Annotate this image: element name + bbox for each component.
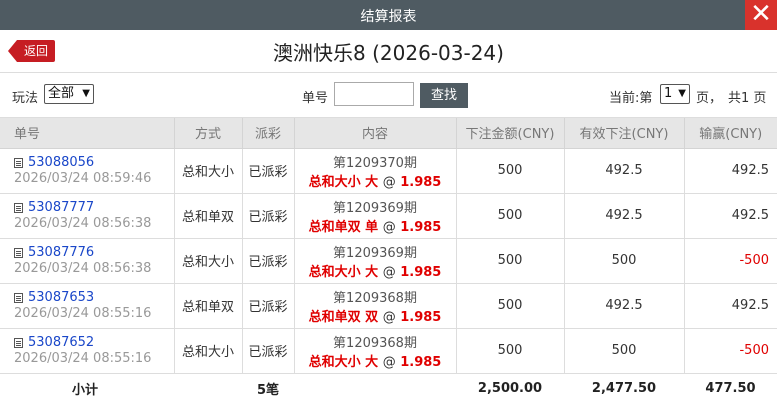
play-type-value: 全部 [48,86,75,101]
subtotal-amount: 2,500.00 [477,380,543,396]
order-time: 2026/03/24 08:56:38 [14,260,152,276]
order-id-link[interactable]: 53088056 [28,155,94,170]
page-select[interactable]: 1 ▼ [660,84,690,104]
method-cell: 总和单双 [174,283,243,329]
bet-amount-cell: 500 [456,148,565,194]
order-time: 2026/03/24 08:59:46 [14,170,152,186]
win-loss-cell: 492.5 [684,193,777,239]
settlement-table: 单号 方式 派彩 内容 下注金额(CNY) 有效下注(CNY) 输赢(CNY) … [0,118,777,403]
document-icon[interactable] [14,292,23,303]
window-title: 结算报表 [360,9,417,25]
period-label: 第1209368期 [333,335,417,351]
content-cell: 第1209369期 总和大小 大 @ 1.985 [294,238,457,284]
order-cell: 53087653 2026/03/24 08:55:16 [0,283,175,329]
content-cell: 第1209370期 总和大小 大 @ 1.985 [294,148,457,194]
valid-bet-cell: 492.5 [564,283,685,329]
method-cell: 总和大小 [174,148,243,194]
win-loss-cell: 492.5 [684,148,777,194]
period-label: 第1209370期 [333,155,417,171]
payout-status-cell: 已派彩 [242,283,295,329]
document-icon[interactable] [14,247,23,258]
period-label: 第1209369期 [333,200,417,216]
subtotal-valid: 2,477.50 [591,380,657,396]
order-time: 2026/03/24 08:56:38 [14,215,152,231]
window-titlebar: 结算报表 ✕ [0,0,777,30]
content-cell: 第1209368期 总和大小 大 @ 1.985 [294,328,457,374]
order-cell: 53087652 2026/03/24 08:55:16 [0,328,175,374]
period-label: 第1209368期 [333,290,417,306]
valid-bet-cell: 492.5 [564,148,685,194]
valid-bet-cell: 492.5 [564,193,685,239]
order-id-link[interactable]: 53087653 [28,290,94,305]
search-button[interactable]: 查找 [420,83,468,108]
win-loss-cell: 492.5 [684,283,777,329]
order-number-input[interactable] [334,82,414,106]
column-header-win-loss: 输赢(CNY) [684,118,777,149]
column-header-method: 方式 [174,118,243,149]
payout-status-cell: 已派彩 [242,238,295,284]
order-id-link[interactable]: 53087652 [28,335,94,350]
play-type-label: 玩法 [12,91,39,106]
current-page-label: 当前:第 [609,91,653,106]
column-header-valid-bet: 有效下注(CNY) [564,118,685,149]
table-row: 53088056 2026/03/24 08:59:46 总和大小 已派彩 第1… [0,148,777,194]
column-header-payout: 派彩 [242,118,295,149]
period-label: 第1209369期 [333,245,417,261]
bet-amount-cell: 500 [456,193,565,239]
bet-detail: 总和单双 双 @ 1.985 [308,309,442,325]
page-title: 澳洲快乐8 (2026-03-24) [273,41,504,65]
order-time: 2026/03/24 08:55:16 [14,305,152,321]
page-select-value: 1 [664,86,673,101]
bet-amount-cell: 500 [456,238,565,284]
table-row: 53087653 2026/03/24 08:55:16 总和单双 已派彩 第1… [0,283,777,329]
win-loss-cell: -500 [684,328,777,374]
document-icon[interactable] [14,202,23,213]
order-time: 2026/03/24 08:55:16 [14,350,152,366]
document-icon[interactable] [14,337,23,348]
bet-detail: 总和单双 单 @ 1.985 [308,219,442,235]
valid-bet-cell: 500 [564,238,685,284]
subtotal-row: 小计 5笔 2,500.00 2,477.50 477.50 [0,373,777,403]
content-cell: 第1209368期 总和单双 双 @ 1.985 [294,283,457,329]
play-type-select[interactable]: 全部 ▼ [44,84,94,104]
close-icon[interactable]: ✕ [745,0,777,30]
subtotal-label: 小计 [72,382,99,398]
method-cell: 总和大小 [174,328,243,374]
method-cell: 总和大小 [174,238,243,284]
table-row: 53087652 2026/03/24 08:55:16 总和大小 已派彩 第1… [0,328,777,374]
table-row: 53087777 2026/03/24 08:56:38 总和单双 已派彩 第1… [0,193,777,239]
filter-bar: 玩法 全部 ▼ 单号 查找 当前:第 1 ▼ 页， 共1 页 [0,72,777,118]
column-header-order-id: 单号 [0,118,175,149]
order-id-link[interactable]: 53087776 [28,245,94,260]
payout-status-cell: 已派彩 [242,193,295,239]
total-pages: 共1 页 [728,91,767,106]
table-row: 53087776 2026/03/24 08:56:38 总和大小 已派彩 第1… [0,238,777,284]
order-id-link[interactable]: 53087777 [28,200,94,215]
order-cell: 53087776 2026/03/24 08:56:38 [0,238,175,284]
valid-bet-cell: 500 [564,328,685,374]
bet-detail: 总和大小 大 @ 1.985 [308,174,442,190]
bet-detail: 总和大小 大 @ 1.985 [308,354,442,370]
bet-amount-cell: 500 [456,328,565,374]
column-header-content: 内容 [294,118,457,149]
subtotal-count: 5笔 [256,382,280,398]
page-suffix: 页， [696,91,723,106]
bet-detail: 总和大小 大 @ 1.985 [308,264,442,280]
order-number-label: 单号 [302,91,329,106]
order-cell: 53088056 2026/03/24 08:59:46 [0,148,175,194]
document-icon[interactable] [14,157,23,168]
win-loss-cell: -500 [684,238,777,284]
chevron-down-icon: ▼ [82,88,90,99]
column-header-bet-amount: 下注金额(CNY) [456,118,565,149]
subtotal-result: 477.50 [705,380,756,396]
chevron-down-icon: ▼ [678,88,686,99]
content-cell: 第1209369期 总和单双 单 @ 1.985 [294,193,457,239]
payout-status-cell: 已派彩 [242,328,295,374]
table-header-row: 单号 方式 派彩 内容 下注金额(CNY) 有效下注(CNY) 输赢(CNY) [0,118,777,149]
payout-status-cell: 已派彩 [242,148,295,194]
order-cell: 53087777 2026/03/24 08:56:38 [0,193,175,239]
method-cell: 总和单双 [174,193,243,239]
bet-amount-cell: 500 [456,283,565,329]
